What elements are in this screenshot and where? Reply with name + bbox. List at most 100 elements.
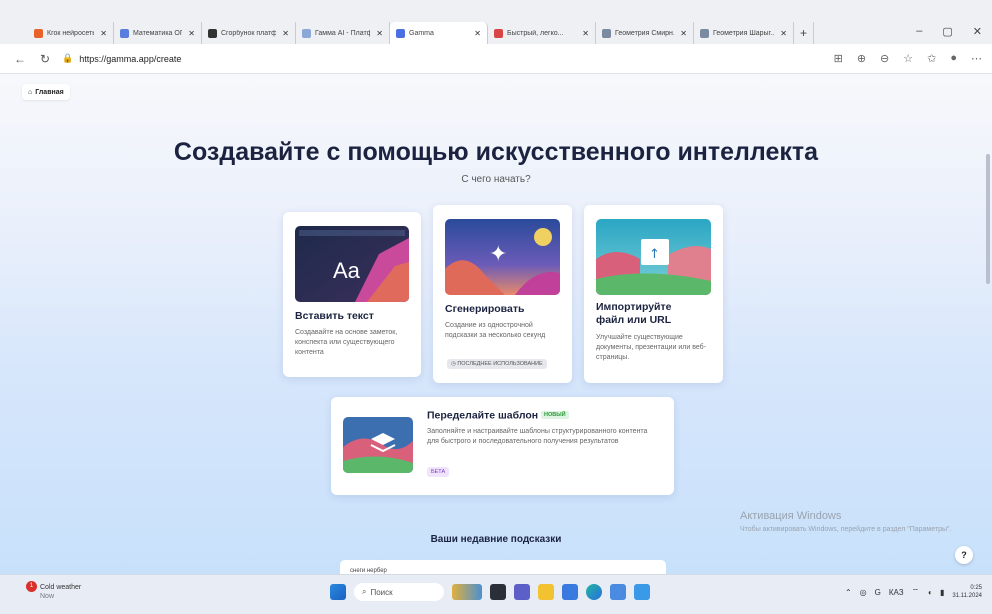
help-button[interactable]: ? bbox=[955, 546, 973, 564]
page-title: Создавайте с помощью искусственного инте… bbox=[173, 138, 819, 166]
tab-close-icon[interactable]: ✕ bbox=[376, 29, 383, 38]
watermark-desc: Чтобы активировать Windows, перейдите в … bbox=[740, 526, 952, 533]
tab-label: Гамма AI - Платф... bbox=[315, 29, 370, 37]
tab-label: Кгок нейросеть - bbox=[47, 29, 95, 37]
tab-label: Геометрия Смирн... bbox=[615, 29, 675, 37]
tab-close-icon[interactable]: ✕ bbox=[582, 29, 589, 38]
browser-tab[interactable]: Сгорбунок платф... ✕ bbox=[202, 22, 296, 44]
clock-time: 0:25 bbox=[970, 585, 982, 591]
photos-icon[interactable] bbox=[634, 584, 650, 600]
app-icon[interactable] bbox=[610, 584, 626, 600]
tab-favicon-icon bbox=[302, 28, 311, 38]
widgets-icon[interactable] bbox=[452, 584, 482, 600]
tray-app2-icon[interactable]: G bbox=[875, 588, 881, 597]
search-icon: ⌕ bbox=[362, 587, 367, 596]
template-desc: Заполняйте и настраивайте шаблоны структ… bbox=[427, 428, 648, 445]
tab-label: Сгорбунок платф... bbox=[221, 29, 276, 37]
edge-icon[interactable] bbox=[586, 584, 602, 600]
home-label: Главная bbox=[35, 88, 64, 96]
windows-activation-watermark: Активация Windows Чтобы активировать Win… bbox=[740, 510, 960, 535]
battery-icon[interactable]: ▮ bbox=[940, 588, 944, 597]
address-bar[interactable]: 🔒 https://gamma.app/create bbox=[62, 49, 822, 69]
system-tray: ⌃ ◎ G КАЗ ⌔ ◖ ▮ 0:25 31.11.2024 bbox=[845, 584, 982, 600]
shield-icon[interactable]: ⊖ bbox=[880, 52, 889, 65]
browser-tab[interactable]: Кгок нейросеть - ✕ bbox=[28, 22, 114, 44]
template-thumbnail bbox=[343, 417, 413, 473]
back-icon[interactable]: ← bbox=[14, 52, 26, 66]
tab-close-icon[interactable]: ✕ bbox=[100, 29, 107, 38]
window-controls: – ▢ ✕ bbox=[916, 25, 982, 38]
weather-widget[interactable]: 1 Cold weather Now bbox=[26, 581, 81, 601]
generate-desc: Создание из однострочной подсказки за не… bbox=[445, 322, 546, 339]
generate-title: Сгенерировать bbox=[445, 303, 525, 315]
new-tab-icon[interactable]: + bbox=[794, 22, 815, 44]
tab-favicon-icon bbox=[494, 28, 503, 38]
browser-tab[interactable]: Гамма AI - Платф... ✕ bbox=[296, 22, 390, 44]
home-icon: ⌂ bbox=[28, 88, 33, 96]
favorites-icon[interactable]: ✩ bbox=[927, 52, 936, 65]
url-text: https://gamma.app/create bbox=[79, 53, 182, 64]
tab-favicon-icon bbox=[208, 28, 217, 38]
zoom-icon[interactable]: ⊕ bbox=[857, 52, 866, 65]
home-button[interactable]: ⌂ Главная bbox=[22, 84, 70, 100]
tab-close-icon[interactable]: ✕ bbox=[780, 29, 787, 38]
browser-tab[interactable]: Математика ОГЭ ✕ bbox=[114, 22, 202, 44]
volume-icon[interactable]: ◖ bbox=[927, 588, 932, 597]
browser-tab[interactable]: Быстрый, легко... ✕ bbox=[488, 22, 596, 44]
paste-text-card[interactable]: Aa Вставить текст Создавайте на основе з… bbox=[283, 212, 421, 377]
tab-label: Быстрый, легко... bbox=[507, 29, 564, 37]
task-view-icon[interactable] bbox=[490, 584, 506, 600]
watermark-title: Активация Windows bbox=[740, 510, 842, 522]
gamma-create-page: ⌂ Главная Создавайте с помощью искусстве… bbox=[0, 74, 992, 574]
clock[interactable]: 0:25 31.11.2024 bbox=[952, 584, 982, 600]
template-card[interactable]: Переделайте шаблон НОВЫЙ Заполняйте и на… bbox=[331, 397, 674, 495]
browser-tab[interactable]: Геометрия Шарыг... ✕ bbox=[694, 22, 794, 44]
chevron-up-icon[interactable]: ⌃ bbox=[845, 588, 852, 597]
language-indicator[interactable]: КАЗ bbox=[889, 588, 904, 597]
browser-tab[interactable]: Геометрия Смирн... ✕ bbox=[596, 22, 694, 44]
tab-close-icon[interactable]: ✕ bbox=[474, 29, 481, 38]
weather-sub: Now bbox=[40, 593, 55, 600]
svg-text:✦: ✦ bbox=[489, 242, 507, 267]
generate-card[interactable]: ✦ Сгенерировать Создание из однострочной… bbox=[433, 205, 572, 383]
beta-badge: БЕТА bbox=[427, 467, 450, 477]
browser-tab[interactable]: Gamma ✕ bbox=[390, 22, 488, 44]
tab-favicon-icon bbox=[120, 28, 129, 38]
minimize-icon[interactable]: – bbox=[916, 25, 922, 38]
generate-thumbnail: ✦ bbox=[445, 219, 560, 295]
profile-icon[interactable]: ● bbox=[950, 52, 957, 65]
tab-close-icon[interactable]: ✕ bbox=[282, 29, 289, 38]
template-title: Переделайте шаблон НОВЫЙ bbox=[427, 409, 569, 422]
weather-alert-badge: 1 bbox=[26, 581, 37, 592]
page-scrollbar[interactable] bbox=[986, 154, 990, 284]
import-thumbnail: ↑ bbox=[596, 219, 711, 295]
taskbar-search[interactable]: ⌕ Поиск bbox=[354, 583, 444, 601]
recent-prompts-title: Ваши недавние подсказки bbox=[430, 534, 562, 545]
explorer-icon[interactable] bbox=[538, 584, 554, 600]
maximize-icon[interactable]: ▢ bbox=[942, 25, 952, 38]
import-title: Импортируйте файл или URL bbox=[596, 301, 672, 326]
tab-favicon-icon bbox=[602, 28, 611, 38]
import-card[interactable]: ↑ Импортируйте файл или URL Улучшайте су… bbox=[584, 205, 723, 383]
recent-prompt-item[interactable]: снеги нербер bbox=[340, 560, 666, 574]
font-sample-text: Aa bbox=[333, 258, 361, 283]
tab-close-icon[interactable]: ✕ bbox=[680, 29, 687, 38]
wifi-icon[interactable]: ⌔ bbox=[912, 587, 920, 597]
teams-icon[interactable] bbox=[514, 584, 530, 600]
address-row: ← ↻ 🔒 https://gamma.app/create ⊞ ⊕ ⊖ ☆ ✩… bbox=[0, 44, 992, 74]
import-desc: Улучшайте существующие документы, презен… bbox=[596, 334, 706, 361]
tab-list: Кгок нейросеть -✕Математика ОГЭ✕Сгорбуно… bbox=[28, 22, 992, 44]
paste-text-title: Вставить текст bbox=[295, 310, 374, 322]
clock-date: 31.11.2024 bbox=[952, 593, 982, 599]
tray-app-icon[interactable]: ◎ bbox=[860, 588, 867, 597]
close-window-icon[interactable]: ✕ bbox=[973, 25, 982, 38]
address-tools: ⊞ ⊕ ⊖ ☆ ✩ ● ⋯ bbox=[834, 52, 982, 65]
reload-icon[interactable]: ↻ bbox=[40, 52, 50, 66]
reader-icon[interactable]: ⊞ bbox=[834, 52, 843, 65]
favorite-icon[interactable]: ☆ bbox=[903, 52, 913, 65]
tab-close-icon[interactable]: ✕ bbox=[188, 29, 195, 38]
more-icon[interactable]: ⋯ bbox=[971, 52, 982, 65]
browser-tabstrip: Кгок нейросеть -✕Математика ОГЭ✕Сгорбуно… bbox=[0, 0, 992, 44]
start-icon[interactable] bbox=[330, 584, 346, 600]
store-icon[interactable] bbox=[562, 584, 578, 600]
